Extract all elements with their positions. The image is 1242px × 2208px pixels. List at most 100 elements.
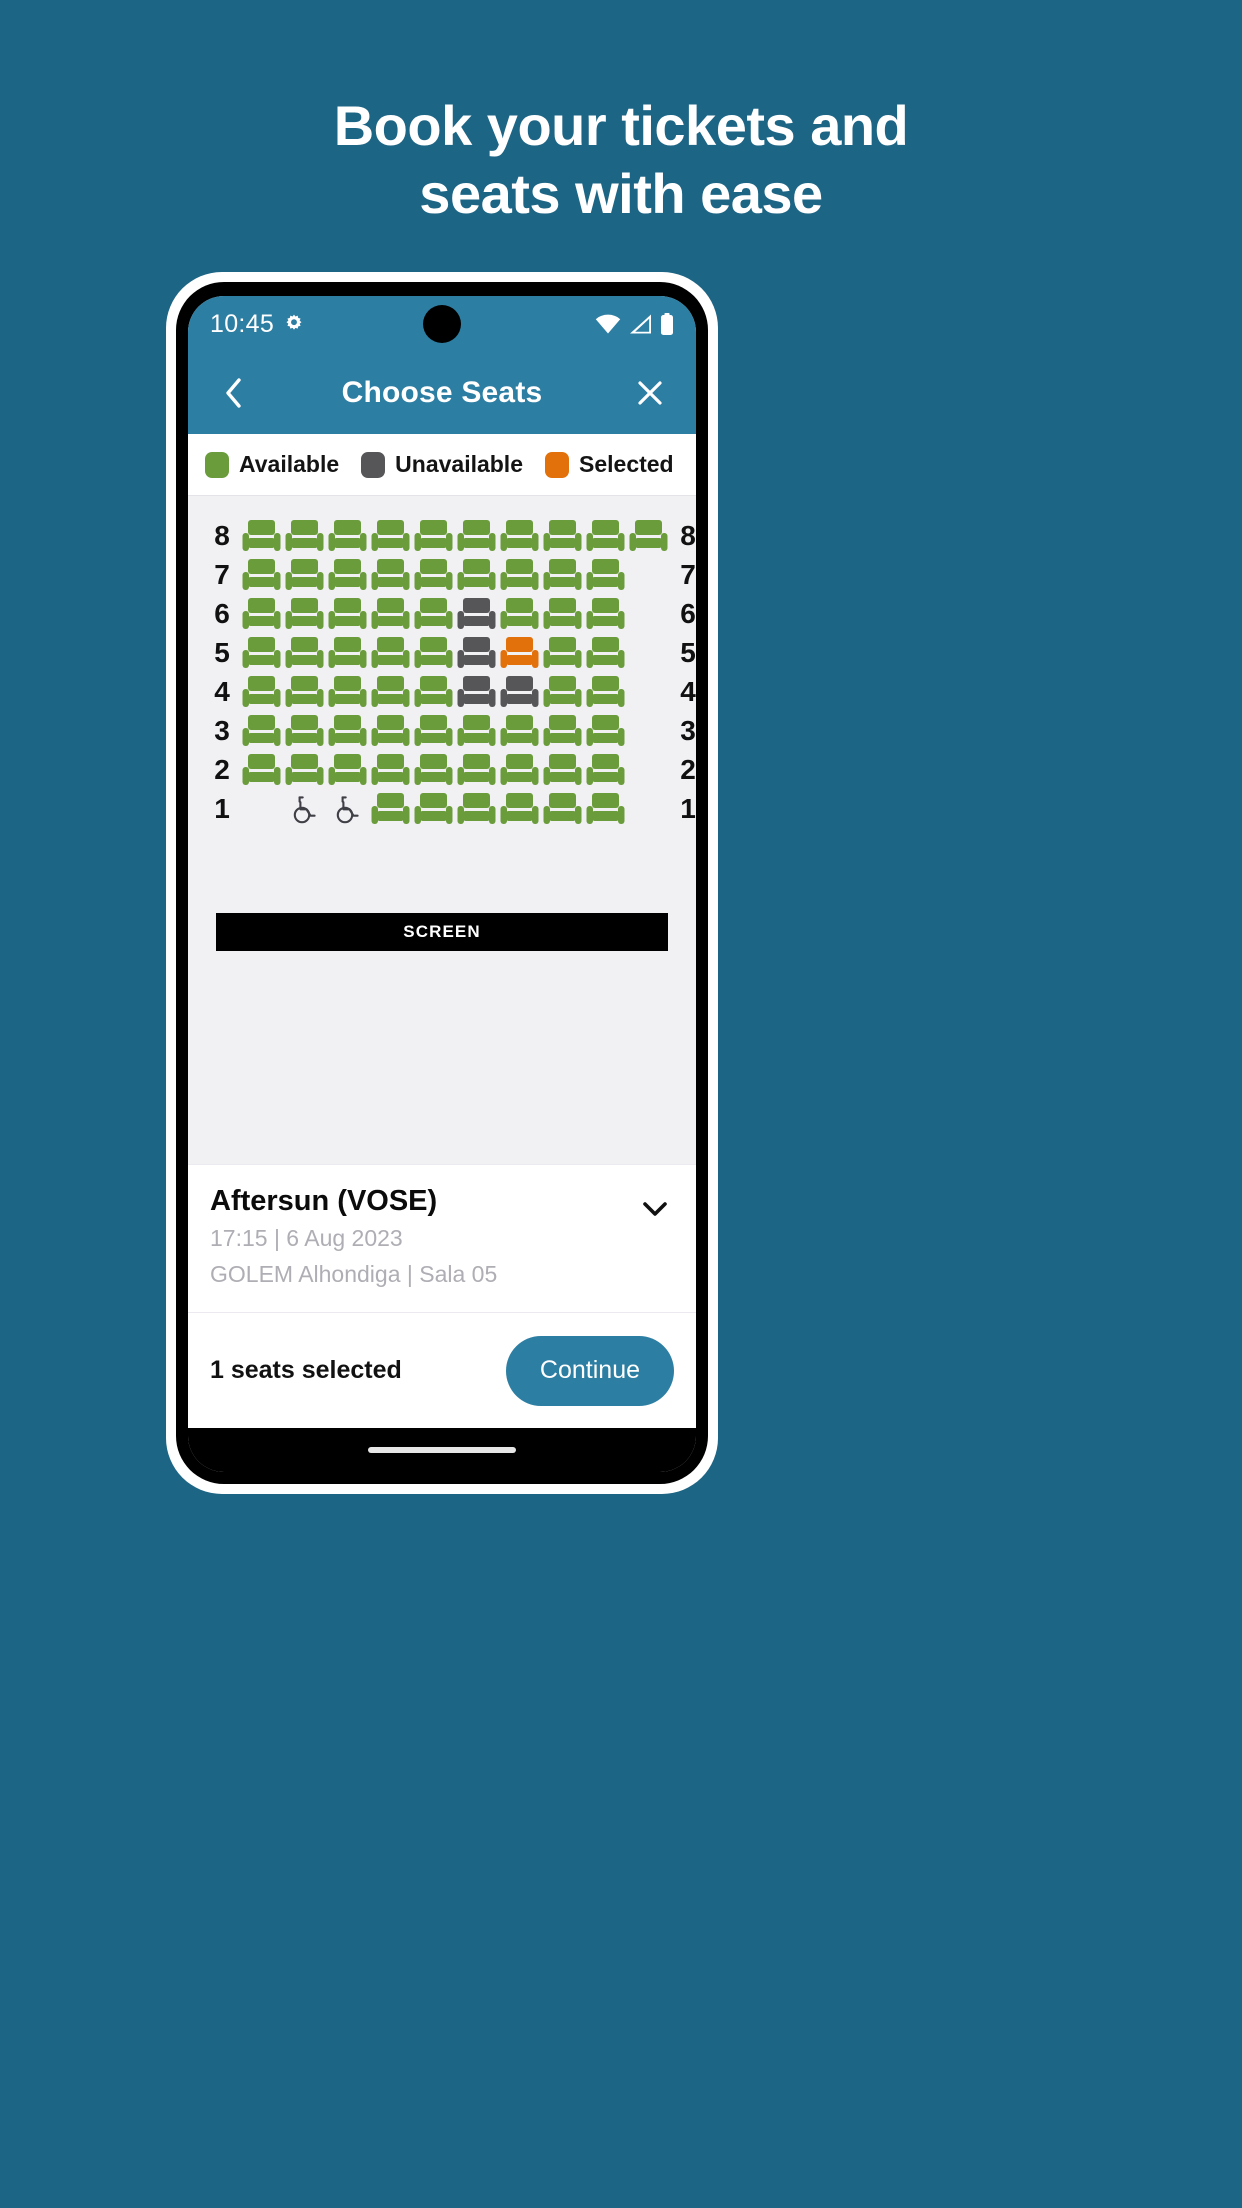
seat-3-4-available[interactable] [371, 714, 410, 748]
seat-row-7: 77 [202, 557, 696, 593]
seat-6-5-available[interactable] [414, 597, 453, 631]
seat-8-6-available[interactable] [457, 519, 496, 553]
seat-5-3-available[interactable] [328, 636, 367, 670]
seat-empty [629, 792, 668, 826]
seat-5-8-available[interactable] [543, 636, 582, 670]
seat-5-4-available[interactable] [371, 636, 410, 670]
seat-3-8-available[interactable] [543, 714, 582, 748]
phone-bezel: 10:45 Choose Seats Available Unavailable… [176, 282, 708, 1484]
seat-2-6-available[interactable] [457, 753, 496, 787]
seat-4-8-available[interactable] [543, 675, 582, 709]
seat-8-3-available[interactable] [328, 519, 367, 553]
row-seats [242, 675, 668, 709]
seat-4-4-available[interactable] [371, 675, 410, 709]
row-label-left-7: 7 [214, 559, 230, 590]
seat-3-5-available[interactable] [414, 714, 453, 748]
seat-8-1-available[interactable] [242, 519, 281, 553]
seat-5-6-unavailable [457, 636, 496, 670]
seat-8-9-available[interactable] [586, 519, 625, 553]
seat-row-8: 88 [202, 518, 696, 554]
wheelchair-space-icon[interactable] [328, 792, 367, 826]
seat-3-7-available[interactable] [500, 714, 539, 748]
seat-3-6-available[interactable] [457, 714, 496, 748]
seat-3-3-available[interactable] [328, 714, 367, 748]
seat-6-6-unavailable [457, 597, 496, 631]
back-button[interactable] [212, 371, 256, 415]
seat-5-7-selected[interactable] [500, 636, 539, 670]
seat-7-8-available[interactable] [543, 558, 582, 592]
seat-6-2-available[interactable] [285, 597, 324, 631]
seat-7-4-available[interactable] [371, 558, 410, 592]
seat-8-4-available[interactable] [371, 519, 410, 553]
row-label-left-4: 4 [214, 676, 230, 707]
seat-2-2-available[interactable] [285, 753, 324, 787]
nav-gesture-pill[interactable] [368, 1447, 516, 1453]
seat-5-2-available[interactable] [285, 636, 324, 670]
seat-2-4-available[interactable] [371, 753, 410, 787]
seat-2-7-available[interactable] [500, 753, 539, 787]
row-seats [242, 636, 668, 670]
seat-3-9-available[interactable] [586, 714, 625, 748]
continue-button[interactable]: Continue [505, 1335, 674, 1406]
seat-6-1-available[interactable] [242, 597, 281, 631]
seat-8-10-available[interactable] [629, 519, 668, 553]
row-label-right-3: 3 [680, 715, 696, 746]
seat-7-6-available[interactable] [457, 558, 496, 592]
movie-info-panel[interactable]: Aftersun (VOSE) 17:15 | 6 Aug 2023 GOLEM… [188, 1163, 696, 1312]
seat-5-1-available[interactable] [242, 636, 281, 670]
wheelchair-space-icon[interactable] [285, 792, 324, 826]
seat-5-5-available[interactable] [414, 636, 453, 670]
row-label-left-3: 3 [214, 715, 230, 746]
seat-6-7-available[interactable] [500, 597, 539, 631]
seat-8-2-available[interactable] [285, 519, 324, 553]
seat-row-3: 33 [202, 713, 696, 749]
seat-2-5-available[interactable] [414, 753, 453, 787]
cellular-signal-icon [629, 314, 652, 334]
seat-4-9-available[interactable] [586, 675, 625, 709]
seat-7-7-available[interactable] [500, 558, 539, 592]
seat-1-6-available[interactable] [457, 792, 496, 826]
seat-6-4-available[interactable] [371, 597, 410, 631]
seat-5-9-available[interactable] [586, 636, 625, 670]
seat-7-9-available[interactable] [586, 558, 625, 592]
expand-details-button[interactable] [638, 1191, 672, 1225]
seat-empty [629, 753, 668, 787]
chevron-left-icon [224, 377, 244, 409]
seat-7-1-available[interactable] [242, 558, 281, 592]
seat-1-4-available[interactable] [371, 792, 410, 826]
row-label-right-2: 2 [680, 754, 696, 785]
seat-legend: Available Unavailable Selected [188, 434, 696, 496]
seat-7-5-available[interactable] [414, 558, 453, 592]
chevron-down-icon [638, 1191, 672, 1225]
seat-1-8-available[interactable] [543, 792, 582, 826]
seat-2-1-available[interactable] [242, 753, 281, 787]
phone-screen: 10:45 Choose Seats Available Unavailable… [188, 296, 696, 1472]
seat-1-7-available[interactable] [500, 792, 539, 826]
seat-3-2-available[interactable] [285, 714, 324, 748]
seat-6-9-available[interactable] [586, 597, 625, 631]
seat-7-3-available[interactable] [328, 558, 367, 592]
seat-6-3-available[interactable] [328, 597, 367, 631]
seat-2-3-available[interactable] [328, 753, 367, 787]
status-bar-left: 10:45 [210, 310, 305, 339]
seat-1-5-available[interactable] [414, 792, 453, 826]
seat-6-8-available[interactable] [543, 597, 582, 631]
seat-2-8-available[interactable] [543, 753, 582, 787]
seat-3-1-available[interactable] [242, 714, 281, 748]
seat-8-5-available[interactable] [414, 519, 453, 553]
row-label-right-4: 4 [680, 676, 696, 707]
seat-4-1-available[interactable] [242, 675, 281, 709]
status-bar-right [595, 313, 674, 335]
seat-4-2-available[interactable] [285, 675, 324, 709]
close-x-icon [637, 380, 663, 406]
seat-rows: 8877665544332211 [188, 518, 696, 827]
legend-swatch-unavailable [361, 451, 386, 478]
close-button[interactable] [628, 371, 672, 415]
seat-1-9-available[interactable] [586, 792, 625, 826]
seat-7-2-available[interactable] [285, 558, 324, 592]
seat-8-7-available[interactable] [500, 519, 539, 553]
seat-4-5-available[interactable] [414, 675, 453, 709]
seat-2-9-available[interactable] [586, 753, 625, 787]
seat-8-8-available[interactable] [543, 519, 582, 553]
seat-4-3-available[interactable] [328, 675, 367, 709]
